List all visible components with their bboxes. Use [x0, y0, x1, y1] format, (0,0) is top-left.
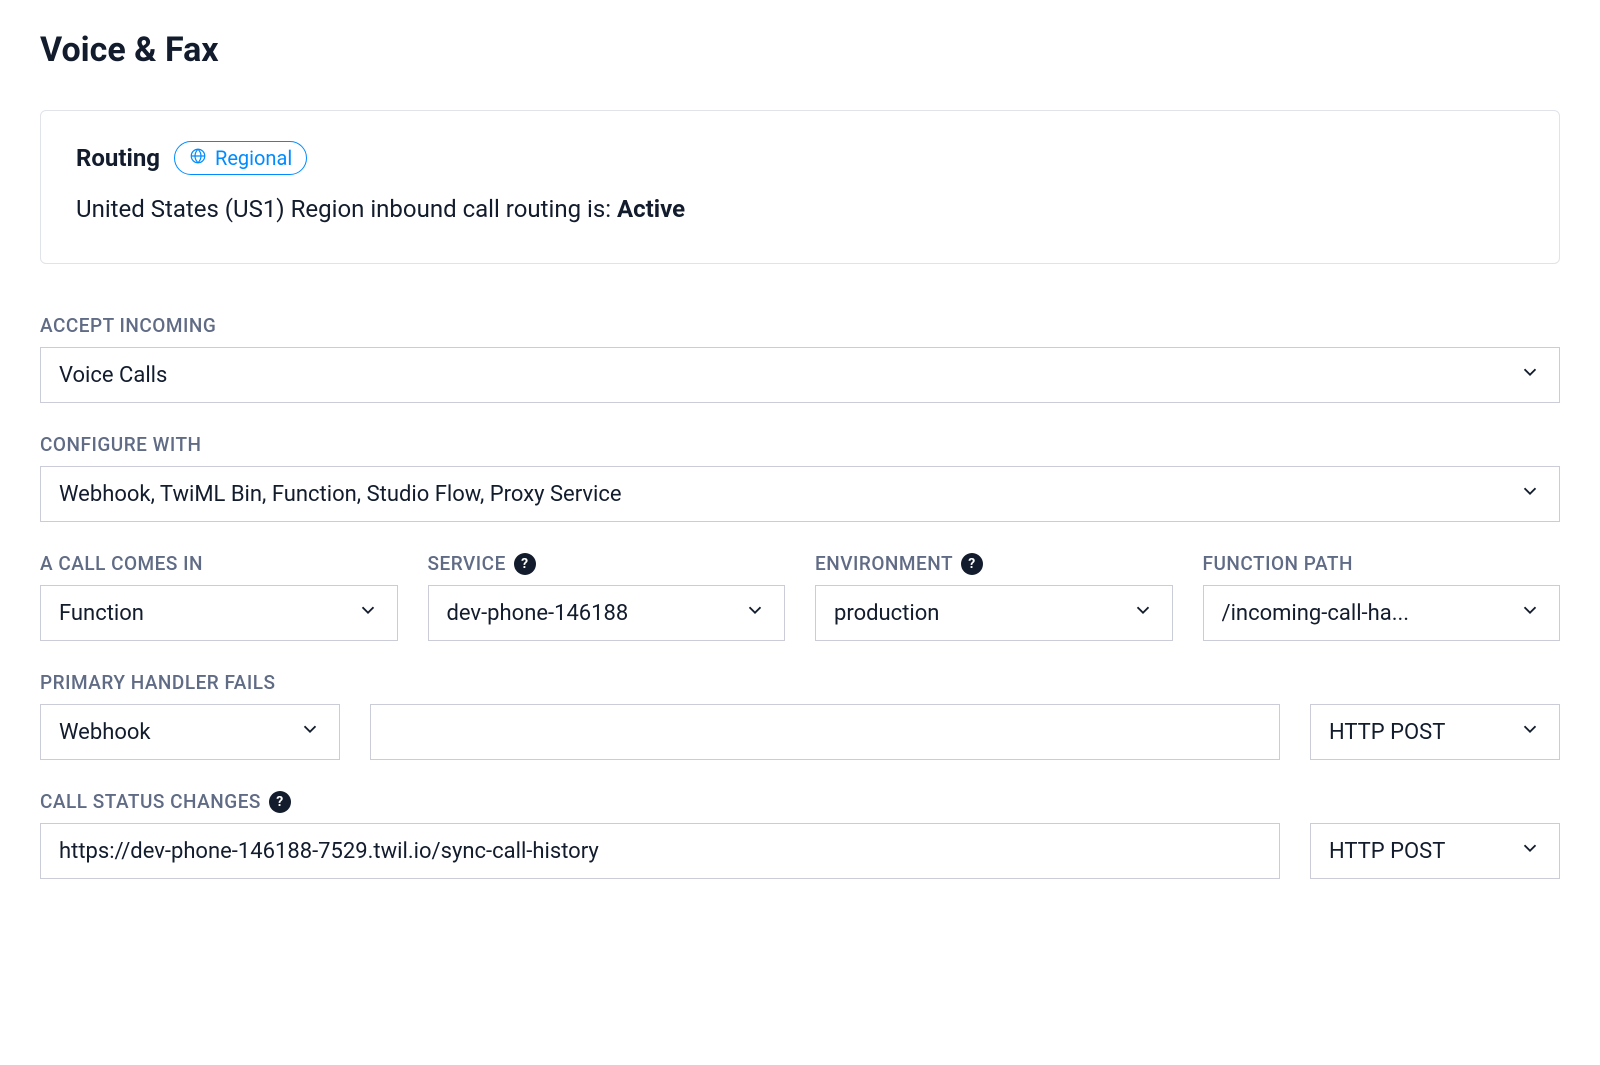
primary-handler-type-value: Webhook [59, 720, 289, 745]
accept-incoming-label: ACCEPT INCOMING [40, 314, 1560, 337]
service-value: dev-phone-146188 [447, 601, 735, 626]
call-status-changes-label-text: CALL STATUS CHANGES [40, 790, 261, 813]
accept-incoming-select[interactable]: Voice Calls [40, 347, 1560, 403]
call-comes-in-group: A CALL COMES IN Function [40, 552, 398, 641]
function-path-group: FUNCTION PATH /incoming-call-ha... [1203, 552, 1561, 641]
environment-group: ENVIRONMENT ? production [815, 552, 1173, 641]
primary-handler-url-input[interactable] [370, 704, 1280, 760]
function-path-label: FUNCTION PATH [1203, 552, 1561, 575]
help-icon[interactable]: ? [961, 553, 983, 575]
environment-label: ENVIRONMENT ? [815, 552, 1173, 575]
environment-value: production [834, 601, 1122, 626]
regional-pill[interactable]: Regional [174, 141, 307, 175]
function-path-value: /incoming-call-ha... [1222, 601, 1510, 626]
routing-card: Routing Regional United States (US1) Reg… [40, 110, 1560, 264]
chevron-down-icon [1519, 361, 1541, 389]
routing-status-prefix: United States (US1) Region inbound call … [76, 195, 617, 223]
environment-label-text: ENVIRONMENT [815, 552, 953, 575]
chevron-down-icon [357, 599, 379, 627]
primary-handler-type-select[interactable]: Webhook [40, 704, 340, 760]
function-config-row: A CALL COMES IN Function SERVICE ? dev-p… [40, 552, 1560, 641]
primary-handler-fails-group: PRIMARY HANDLER FAILS Webhook HTTP POST [40, 671, 1560, 760]
call-status-method-value: HTTP POST [1329, 839, 1509, 864]
configure-with-group: CONFIGURE WITH Webhook, TwiML Bin, Funct… [40, 433, 1560, 522]
environment-select[interactable]: production [815, 585, 1173, 641]
regional-pill-label: Regional [215, 146, 292, 170]
primary-handler-method-select[interactable]: HTTP POST [1310, 704, 1560, 760]
call-status-method-select[interactable]: HTTP POST [1310, 823, 1560, 879]
accept-incoming-group: ACCEPT INCOMING Voice Calls [40, 314, 1560, 403]
call-comes-in-label: A CALL COMES IN [40, 552, 398, 575]
call-status-changes-label: CALL STATUS CHANGES ? [40, 790, 1560, 813]
routing-status-value: Active [617, 195, 685, 223]
service-select[interactable]: dev-phone-146188 [428, 585, 786, 641]
call-comes-in-value: Function [59, 601, 347, 626]
page-title: Voice & Fax [40, 30, 1560, 70]
configure-with-value: Webhook, TwiML Bin, Function, Studio Flo… [59, 482, 1509, 507]
routing-status: United States (US1) Region inbound call … [76, 195, 1524, 223]
function-path-select[interactable]: /incoming-call-ha... [1203, 585, 1561, 641]
chevron-down-icon [1519, 718, 1541, 746]
chevron-down-icon [1132, 599, 1154, 627]
chevron-down-icon [1519, 837, 1541, 865]
chevron-down-icon [299, 718, 321, 746]
primary-handler-method-value: HTTP POST [1329, 720, 1509, 745]
chevron-down-icon [1519, 599, 1541, 627]
help-icon[interactable]: ? [514, 553, 536, 575]
primary-handler-fails-label: PRIMARY HANDLER FAILS [40, 671, 1560, 694]
service-label: SERVICE ? [428, 552, 786, 575]
routing-heading: Routing [76, 144, 160, 172]
globe-icon [189, 146, 207, 170]
call-status-url-value: https://dev-phone-146188-7529.twil.io/sy… [59, 839, 1261, 864]
chevron-down-icon [744, 599, 766, 627]
call-comes-in-select[interactable]: Function [40, 585, 398, 641]
routing-header: Routing Regional [76, 141, 1524, 175]
service-group: SERVICE ? dev-phone-146188 [428, 552, 786, 641]
accept-incoming-value: Voice Calls [59, 363, 1509, 388]
call-status-changes-group: CALL STATUS CHANGES ? https://dev-phone-… [40, 790, 1560, 879]
help-icon[interactable]: ? [269, 791, 291, 813]
configure-with-select[interactable]: Webhook, TwiML Bin, Function, Studio Flo… [40, 466, 1560, 522]
call-status-url-input[interactable]: https://dev-phone-146188-7529.twil.io/sy… [40, 823, 1280, 879]
configure-with-label: CONFIGURE WITH [40, 433, 1560, 456]
chevron-down-icon [1519, 480, 1541, 508]
service-label-text: SERVICE [428, 552, 506, 575]
